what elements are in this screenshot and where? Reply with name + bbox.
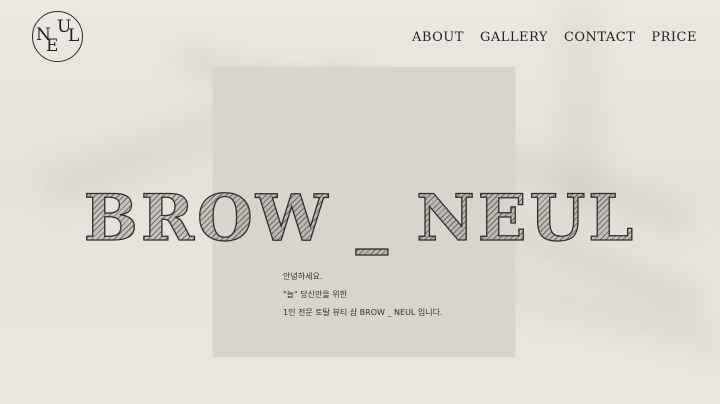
hero-title: BROW _ NEUL [0, 182, 720, 255]
intro-text: 안녕하세요. "늘" 당신만을 위한 1인 전문 토탈 뷰티 샵 BROW _ … [283, 268, 523, 322]
nav-gallery-link[interactable]: GALLERY [480, 30, 548, 45]
intro-line: "늘" 당신만을 위한 [283, 290, 347, 299]
page-background: N E U L ABOUT GALLERY CONTACT PRICE BROW… [0, 0, 720, 404]
intro-line: 안녕하세요. [283, 272, 323, 281]
brand-logo[interactable]: N E U L [32, 11, 83, 62]
nav-contact-link[interactable]: CONTACT [564, 30, 635, 45]
logo-letter: L [68, 26, 80, 46]
nav-about-link[interactable]: ABOUT [412, 30, 464, 45]
intro-line: 1인 전문 토탈 뷰티 샵 BROW _ NEUL 입니다. [283, 308, 443, 317]
main-nav: ABOUT GALLERY CONTACT PRICE [412, 30, 697, 45]
nav-price-link[interactable]: PRICE [651, 30, 697, 45]
logo-letter: E [46, 36, 59, 56]
